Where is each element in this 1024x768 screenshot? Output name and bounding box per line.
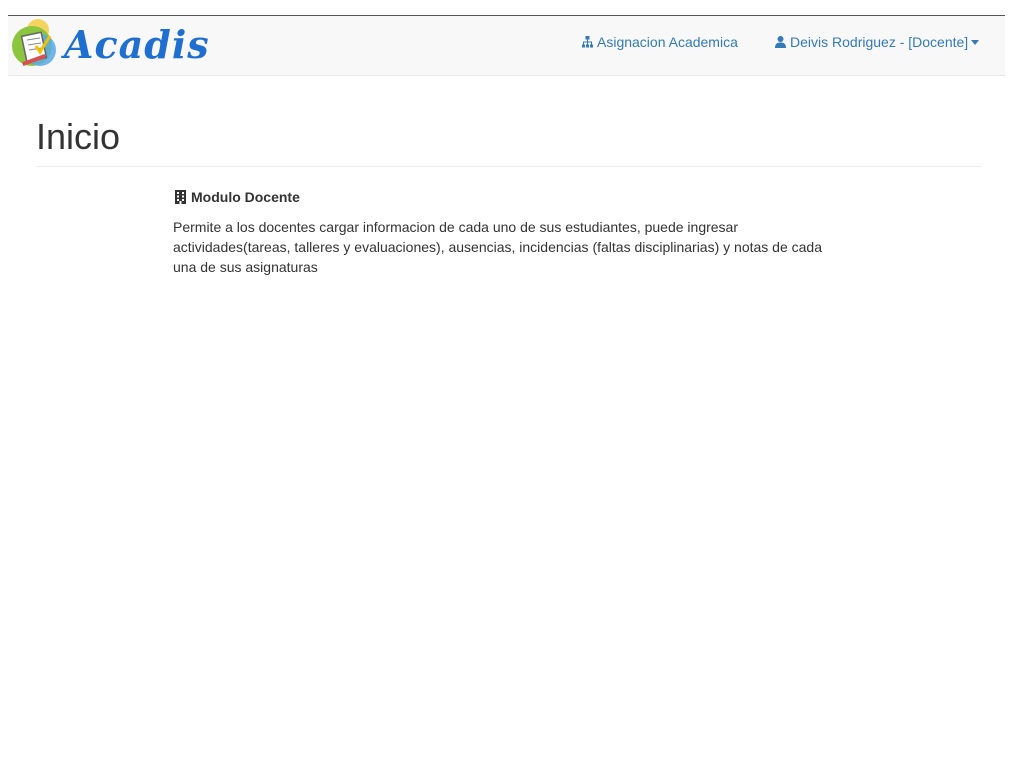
acadis-logo-icon bbox=[12, 19, 56, 66]
top-navbar: Acadis Asignacion Academica Deivis Rodri… bbox=[8, 15, 1005, 76]
brand-logo-link[interactable]: Acadis bbox=[10, 18, 209, 74]
building-icon bbox=[175, 190, 186, 204]
nav-asignacion-label: Asignacion Academica bbox=[597, 34, 738, 50]
page-title: Inicio bbox=[36, 116, 121, 157]
module-description: Permite a los docentes cargar informacio… bbox=[173, 219, 822, 275]
sitemap-icon bbox=[582, 36, 593, 48]
caret-down-icon bbox=[971, 39, 980, 45]
module-heading: Modulo Docente bbox=[174, 188, 300, 206]
brand-name: Acadis bbox=[64, 22, 210, 67]
user-icon bbox=[775, 36, 786, 48]
module-heading-label: Modulo Docente bbox=[191, 189, 300, 205]
user-menu-dropdown[interactable]: Deivis Rodriguez - [Docente] bbox=[775, 32, 980, 52]
user-menu-label: Deivis Rodriguez - [Docente] bbox=[790, 34, 969, 50]
title-divider bbox=[36, 166, 981, 167]
nav-asignacion-academica-link[interactable]: Asignacion Academica bbox=[582, 32, 738, 52]
